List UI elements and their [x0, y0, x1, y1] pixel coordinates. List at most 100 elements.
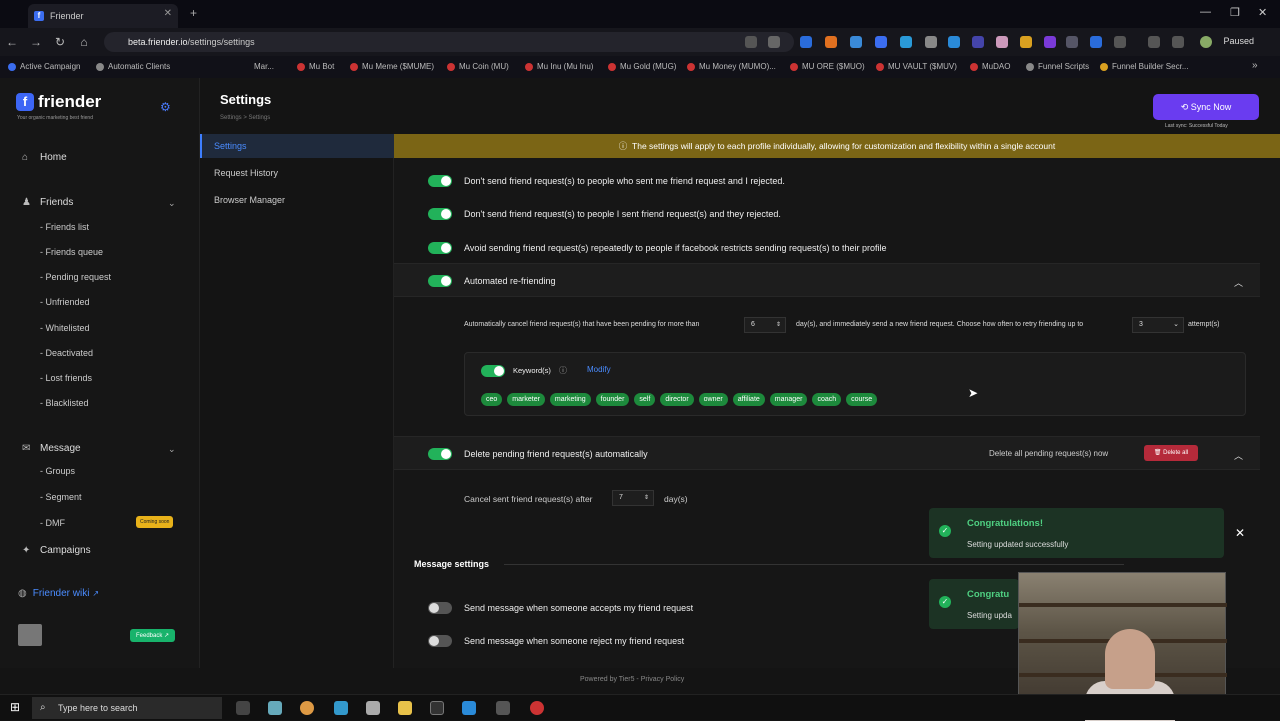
modify-keywords-link[interactable]: Modify — [587, 365, 611, 374]
toggle-switch[interactable] — [428, 448, 452, 460]
sidebar-item-pending-request[interactable]: - Pending request — [40, 272, 111, 282]
bookmark-item[interactable]: Mu Coin (MU) — [447, 62, 509, 71]
extension-icon[interactable] — [800, 36, 812, 48]
friender-wiki-link[interactable]: ◍ Friender wiki ↗ — [18, 588, 99, 599]
avatar[interactable] — [18, 624, 42, 646]
url-input[interactable]: beta.friender.io/settings/settings — [104, 32, 794, 52]
tab-settings[interactable]: Settings — [214, 141, 247, 151]
bookmark-item[interactable]: Mu Bot — [297, 62, 334, 71]
toggle-switch[interactable] — [428, 602, 452, 614]
app-icon[interactable] — [366, 701, 380, 715]
chevron-up-icon[interactable]: ︿ — [1234, 276, 1243, 289]
extension-icon[interactable] — [875, 36, 887, 48]
toggle-switch[interactable] — [428, 275, 452, 287]
days-stepper[interactable]: 6 ⇕ — [744, 317, 786, 333]
bookmarks-overflow-icon[interactable]: » — [1252, 60, 1258, 71]
toggle-switch[interactable] — [428, 635, 452, 647]
minimize-icon[interactable]: — — [1200, 6, 1211, 18]
extension-icon[interactable] — [900, 36, 912, 48]
bookmark-item[interactable]: Automatic Clients — [96, 62, 170, 71]
app-icon[interactable] — [462, 701, 476, 715]
cancel-days-stepper[interactable]: 7 ⇕ — [612, 490, 654, 506]
browser-tab[interactable]: f Friender ✕ — [28, 4, 178, 28]
chevron-down-icon[interactable]: ⌄ — [168, 198, 176, 209]
download-icon[interactable] — [1172, 36, 1184, 48]
extension-icon[interactable] — [1066, 36, 1078, 48]
footer-powered-by[interactable]: Powered by Tier5 - Privacy Policy — [580, 676, 684, 683]
sidebar-item-home[interactable]: ⌂ Home — [22, 152, 67, 163]
profile-avatar-icon[interactable] — [1200, 36, 1212, 48]
app-icon[interactable] — [530, 701, 544, 715]
bookmark-item[interactable]: MU VAULT ($MUV) — [876, 62, 957, 71]
sidebar-item-groups[interactable]: - Groups — [40, 466, 75, 476]
bookmark-item[interactable]: MuDAO — [970, 62, 1010, 71]
bookmark-item[interactable]: Mu Inu (Mu Inu) — [525, 62, 593, 71]
chevron-down-icon[interactable]: ⌄ — [168, 444, 176, 455]
toggle-switch[interactable] — [428, 242, 452, 254]
extension-icon[interactable] — [1020, 36, 1032, 48]
metamask-icon[interactable] — [825, 36, 837, 48]
extensions-puzzle-icon[interactable] — [1114, 36, 1126, 48]
brand-logo[interactable]: f friender — [16, 92, 101, 112]
extension-icon[interactable] — [1090, 36, 1102, 48]
extension-icon[interactable] — [850, 36, 862, 48]
gear-icon[interactable]: ⚙ — [160, 100, 171, 114]
extension-icon[interactable] — [972, 36, 984, 48]
app-icon[interactable] — [268, 701, 282, 715]
extension-icon[interactable] — [996, 36, 1008, 48]
bookmark-item[interactable]: Mar... — [254, 62, 274, 71]
terminal-icon[interactable] — [430, 701, 444, 715]
sidebar-item-campaigns[interactable]: ✦ Campaigns — [22, 545, 91, 556]
sidebar-item-whitelisted[interactable]: - Whitelisted — [40, 323, 90, 333]
restore-icon[interactable]: ❐ — [1230, 6, 1240, 19]
bookmark-item[interactable]: Funnel Builder Secr... — [1100, 62, 1188, 71]
bookmark-item[interactable]: Funnel Scripts — [1026, 62, 1089, 71]
close-window-icon[interactable]: ✕ — [1258, 6, 1267, 19]
task-view-icon[interactable] — [236, 701, 250, 715]
sidebar-item-lost-friends[interactable]: - Lost friends — [40, 373, 92, 383]
delete-all-button[interactable]: 🗑 Delete all — [1144, 445, 1198, 461]
attempts-select[interactable]: 3 ⌄ — [1132, 317, 1184, 333]
home-icon[interactable]: ⌂ — [72, 35, 96, 49]
extension-icon[interactable] — [1044, 36, 1056, 48]
toggle-switch[interactable] — [481, 365, 505, 377]
sidebar-item-friends-list[interactable]: - Friends list — [40, 222, 89, 232]
close-icon[interactable]: ✕ — [1235, 526, 1245, 540]
sidebar-item-unfriended[interactable]: - Unfriended — [40, 297, 90, 307]
sidebar-item-friends-queue[interactable]: - Friends queue — [40, 247, 103, 257]
extension-icon[interactable] — [925, 36, 937, 48]
tab-browser-manager[interactable]: Browser Manager — [214, 195, 285, 205]
sidebar-item-friends[interactable]: ♟ Friends — [22, 197, 73, 208]
sync-now-button[interactable]: ⟲ Sync Now — [1153, 94, 1259, 120]
sidebar-item-message[interactable]: ✉ Message — [22, 443, 81, 454]
bookmark-item[interactable]: Mu Gold (MUG) — [608, 62, 676, 71]
extension-icon[interactable] — [948, 36, 960, 48]
reload-icon[interactable]: ↻ — [48, 35, 72, 49]
app-icon[interactable] — [496, 701, 510, 715]
chrome-icon[interactable] — [300, 701, 314, 715]
file-explorer-icon[interactable] — [398, 701, 412, 715]
sidebar-item-blacklisted[interactable]: - Blacklisted — [40, 398, 89, 408]
chevron-up-icon[interactable]: ︿ — [1234, 449, 1243, 462]
feedback-button[interactable]: Feedback ↗ — [130, 629, 176, 642]
toggle-switch[interactable] — [428, 175, 452, 187]
bookmark-item[interactable]: MU ORE ($MUO) — [790, 62, 865, 71]
sidebar-item-segment[interactable]: - Segment — [40, 492, 82, 502]
bookmark-item[interactable]: Active Campaign — [8, 62, 80, 71]
sidebar-item-deactivated[interactable]: - Deactivated — [40, 348, 93, 358]
tab-request-history[interactable]: Request History — [214, 168, 278, 178]
forward-icon[interactable]: → — [24, 35, 48, 49]
windows-start-icon[interactable]: ⊞ — [10, 700, 20, 714]
close-tab-icon[interactable]: ✕ — [164, 8, 172, 19]
reading-list-icon[interactable] — [1148, 36, 1160, 48]
install-icon[interactable] — [745, 36, 757, 48]
bookmark-item[interactable]: Mu Meme ($MUME) — [350, 62, 434, 71]
profile-status[interactable]: Paused — [1223, 36, 1254, 46]
new-tab-icon[interactable]: + — [190, 6, 197, 20]
app-icon[interactable] — [334, 701, 348, 715]
taskbar-search[interactable]: ⌕ Type here to search — [32, 697, 222, 719]
sidebar-item-dmf[interactable]: - DMF — [40, 518, 65, 528]
back-icon[interactable]: ← — [0, 35, 24, 49]
toggle-switch[interactable] — [428, 208, 452, 220]
bookmark-item[interactable]: Mu Money (MUMO)... — [687, 62, 776, 71]
